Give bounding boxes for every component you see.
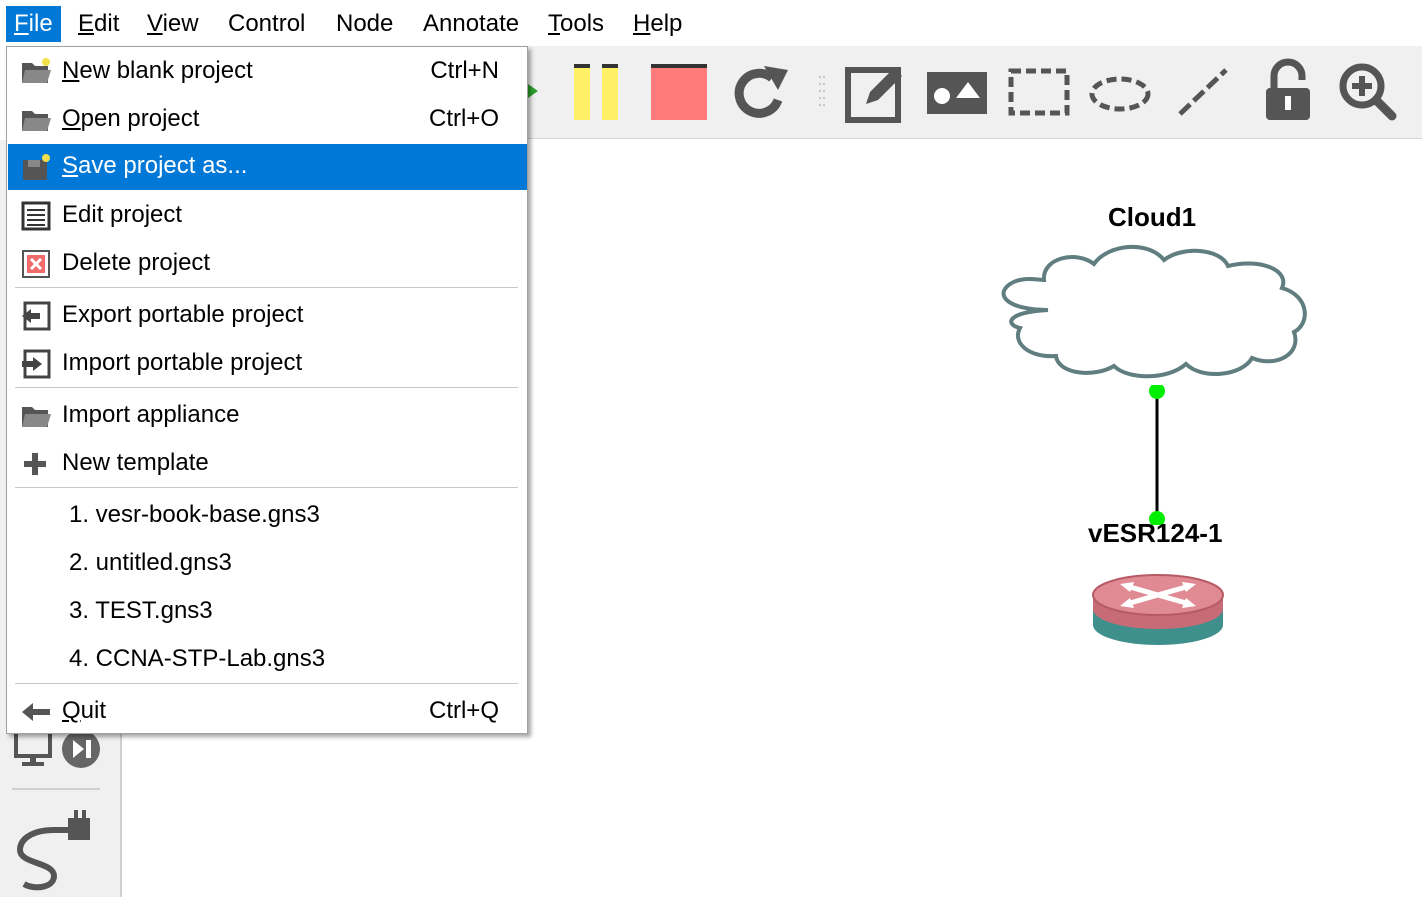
menu-recent-project-1[interactable]: 1. vesr-book-base.gns3: [8, 493, 527, 539]
zoom-in-icon[interactable]: [1336, 60, 1398, 122]
menu-edit-label: dit: [94, 10, 120, 37]
menu-edit-mnemonic: E: [78, 10, 95, 37]
rectangle-icon[interactable]: [1008, 68, 1070, 118]
menu-tools-label: ools: [560, 10, 605, 37]
add-link-icon[interactable]: [14, 804, 94, 894]
menu-separator: [15, 387, 518, 388]
menu-import-portable-project-label: Import portable project: [62, 349, 303, 376]
dock-separator: [12, 788, 100, 790]
menu-export-portable-project[interactable]: Export portable project: [8, 293, 527, 339]
menu-separator: [15, 487, 518, 488]
menu-node[interactable]: Node: [328, 6, 401, 42]
menu-tools[interactable]: Tools: [540, 6, 612, 42]
menu-save-project-as[interactable]: Save project as...: [8, 144, 527, 190]
menu-export-portable-project-label: Export portable project: [62, 301, 304, 328]
menu-node-label: Node: [336, 10, 394, 37]
menu-import-appliance-label: Import appliance: [62, 401, 240, 428]
menu-delete-project-label: Delete project: [62, 249, 211, 276]
export-icon: [22, 301, 51, 331]
recent-project-label: 3. TEST.gns3: [69, 597, 213, 624]
insert-image-icon[interactable]: [926, 68, 988, 116]
menu-help-mnemonic: H: [633, 10, 651, 37]
node-label-vesr124-1[interactable]: vESR124-1: [1088, 518, 1222, 549]
router-icon[interactable]: [1090, 555, 1226, 647]
save-icon: [23, 154, 50, 180]
menu-control-label: Control: [228, 10, 306, 37]
menu-view-mnemonic: V: [147, 10, 163, 37]
menu-help[interactable]: Help: [625, 6, 690, 42]
recent-project-label: 1. vesr-book-base.gns3: [69, 501, 320, 528]
menu-delete-project[interactable]: Delete project: [8, 241, 527, 287]
folder-new-icon: [22, 58, 51, 83]
menu-quit-label: Quit: [62, 697, 107, 724]
lock-icon[interactable]: [1260, 58, 1316, 124]
shortcut-ctrl-q: Ctrl+Q: [428, 697, 499, 724]
ellipse-icon[interactable]: [1088, 72, 1152, 116]
menu-control[interactable]: Control: [220, 6, 313, 42]
menu-separator: [15, 287, 518, 288]
menu-file-mnemonic: F: [14, 10, 29, 37]
menu-file-label: ile: [28, 10, 53, 37]
menu-quit[interactable]: Quit Ctrl+Q: [8, 689, 527, 735]
stop-icon[interactable]: [650, 62, 708, 122]
menu-file[interactable]: File: [6, 6, 61, 42]
edit-note-icon[interactable]: [844, 60, 908, 124]
folder-open-icon: [22, 111, 51, 131]
recent-project-label: 2. untitled.gns3: [69, 549, 232, 576]
menu-recent-project-3[interactable]: 3. TEST.gns3: [8, 589, 527, 635]
menu-edit-project[interactable]: Edit project: [8, 193, 527, 239]
toolbar-grip[interactable]: [818, 74, 826, 110]
menu-separator: [15, 683, 518, 684]
file-menu-dropdown: New blank project Ctrl+N Open project Ct…: [6, 46, 528, 734]
line-icon[interactable]: [1176, 64, 1232, 120]
menu-view[interactable]: View: [139, 6, 207, 42]
menu-annotate[interactable]: Annotate: [415, 6, 527, 42]
link-endpoint-cloud1: [1149, 385, 1165, 399]
folder-open-icon: [22, 407, 51, 427]
cloud-icon[interactable]: [998, 240, 1310, 385]
menu-bar: File Edit View Control Node Annotate Too…: [0, 0, 1422, 45]
reload-icon[interactable]: [728, 60, 792, 124]
menu-help-label: elp: [650, 10, 683, 37]
edit-list-icon: [21, 201, 51, 231]
menu-view-label: iew: [162, 10, 199, 37]
node-label-cloud1[interactable]: Cloud1: [1108, 202, 1196, 233]
end-devices-icon[interactable]: [14, 730, 54, 770]
recent-project-label: 4. CCNA-STP-Lab.gns3: [69, 645, 326, 672]
menu-recent-project-4[interactable]: 4. CCNA-STP-Lab.gns3: [8, 637, 527, 683]
menu-open-project-label: Open project: [62, 105, 200, 132]
shortcut-ctrl-o: Ctrl+O: [428, 105, 499, 132]
menu-import-appliance[interactable]: Import appliance: [8, 393, 527, 439]
plus-icon: [24, 453, 46, 475]
menu-new-blank-project[interactable]: New blank project Ctrl+N: [8, 49, 527, 95]
shortcut-ctrl-n: Ctrl+N: [430, 57, 499, 84]
import-icon: [22, 349, 51, 379]
link-cloud1-vesr[interactable]: [1147, 385, 1167, 525]
menu-recent-project-2[interactable]: 2. untitled.gns3: [8, 541, 527, 587]
toolbar: [528, 46, 1422, 139]
back-arrow-icon: [22, 703, 50, 721]
menu-annotate-label: Annotate: [423, 10, 520, 37]
menu-save-project-as-label: Save project as...: [62, 152, 248, 179]
menu-open-project[interactable]: Open project Ctrl+O: [8, 97, 527, 143]
menu-edit[interactable]: Edit: [70, 6, 127, 42]
menu-new-template-label: New template: [62, 449, 209, 476]
menu-import-portable-project[interactable]: Import portable project: [8, 341, 527, 387]
menu-tools-mnemonic: T: [548, 10, 560, 37]
menu-new-template[interactable]: New template: [8, 441, 527, 487]
menu-edit-project-label: Edit project: [62, 201, 183, 228]
menu-new-blank-project-label: New blank project: [62, 57, 253, 84]
delete-icon: [22, 250, 50, 278]
pause-icon[interactable]: [572, 62, 622, 122]
play-icon[interactable]: [528, 76, 540, 106]
